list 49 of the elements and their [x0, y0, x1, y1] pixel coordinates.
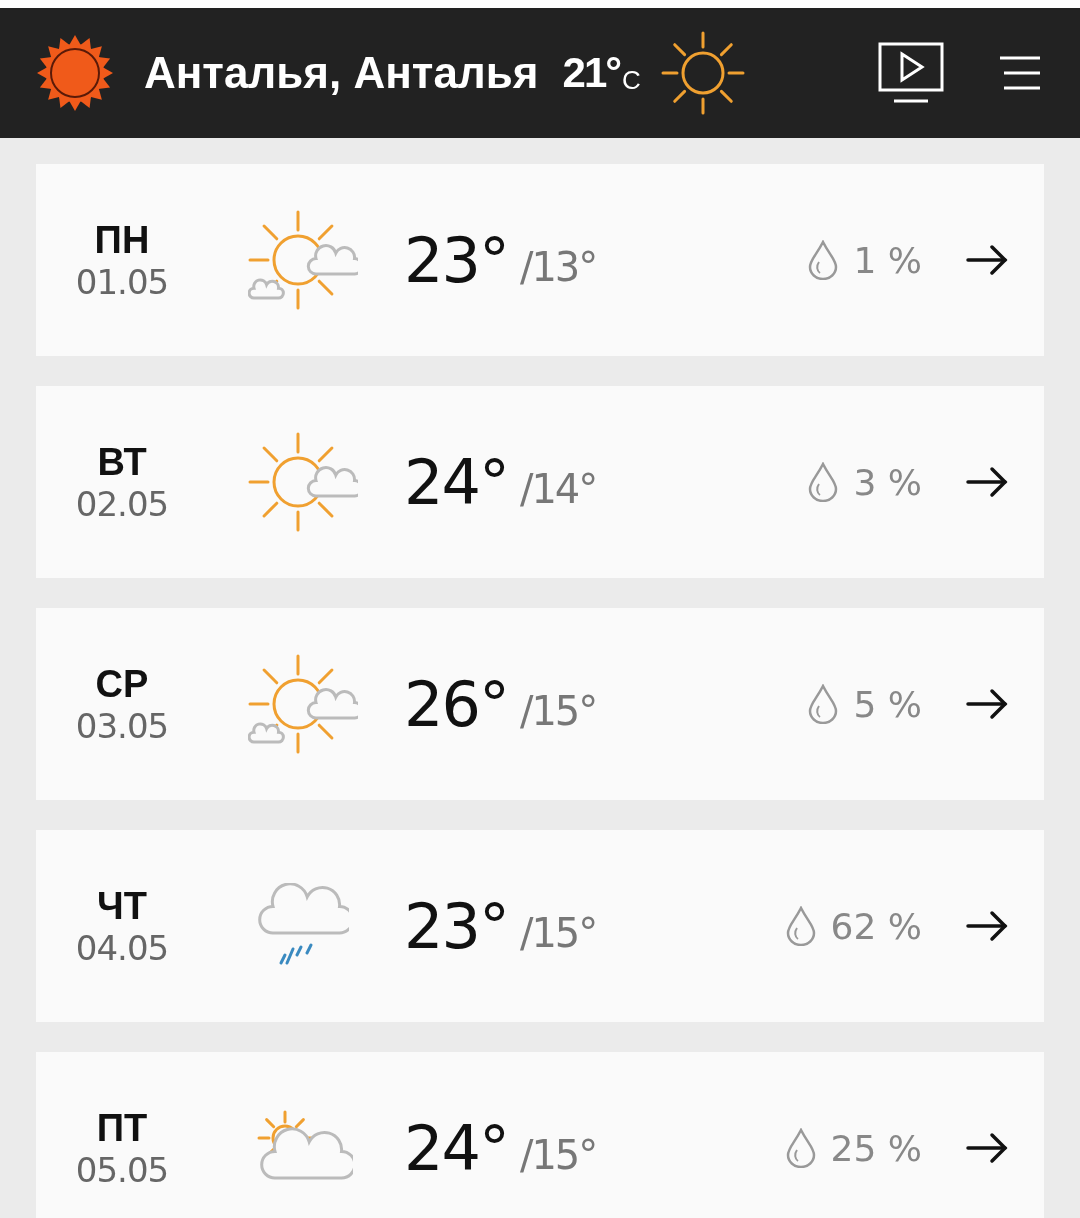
- date: 01.05: [75, 261, 169, 302]
- day-name: ЧТ: [97, 884, 147, 928]
- menu-button[interactable]: [1000, 55, 1040, 91]
- high-temperature: 24°: [404, 445, 508, 519]
- high-temperature: 24°: [404, 1111, 508, 1185]
- sun-cloud-icon: [248, 430, 358, 534]
- day-name: ВТ: [97, 440, 147, 484]
- sun-clouds-icon: [248, 652, 358, 756]
- forecast-card[interactable]: ВТ 02.05 24° /14° 3 %: [36, 386, 1044, 578]
- sun-icon: [660, 31, 745, 115]
- low-temperature: /15°: [519, 910, 597, 956]
- forecast-card[interactable]: ЧТ 04.05 23° /15° 62 %: [36, 830, 1044, 1022]
- details-arrow-button[interactable]: [966, 466, 1008, 498]
- video-button[interactable]: [878, 42, 944, 104]
- date: 04.05: [75, 927, 169, 968]
- high-temperature: 23°: [404, 889, 508, 963]
- day-name: ПТ: [96, 1106, 148, 1150]
- forecast-card[interactable]: ПТ 05.05 24° /15° 25 %: [36, 1052, 1044, 1218]
- precipitation-chance: 62 %: [830, 905, 922, 947]
- forecast-card[interactable]: ПН 01.05 23° /13° 1 %: [36, 164, 1044, 356]
- sun-clouds-icon: [248, 208, 358, 312]
- date: 02.05: [75, 483, 169, 524]
- details-arrow-button[interactable]: [966, 688, 1008, 720]
- drop-icon: [807, 684, 840, 724]
- drop-icon: [807, 462, 840, 502]
- day-name: СР: [95, 662, 149, 706]
- day-name: ПН: [94, 218, 150, 262]
- precipitation-chance: 3 %: [853, 461, 922, 503]
- precipitation-chance: 5 %: [853, 683, 922, 725]
- current-temperature: 21°: [562, 49, 621, 97]
- drop-icon: [807, 240, 840, 280]
- low-temperature: /14°: [519, 466, 597, 512]
- high-temperature: 23°: [404, 223, 508, 297]
- details-arrow-button[interactable]: [966, 910, 1008, 942]
- city-name: Анталья, Анталья: [144, 48, 539, 98]
- precipitation-chance: 1 %: [853, 239, 922, 281]
- date: 05.05: [75, 1149, 169, 1190]
- details-arrow-button[interactable]: [966, 244, 1008, 276]
- low-temperature: /13°: [519, 244, 597, 290]
- temperature-unit: C: [622, 64, 641, 96]
- high-temperature: 26°: [404, 667, 508, 741]
- drop-icon: [784, 906, 817, 946]
- low-temperature: /15°: [519, 1132, 597, 1178]
- date: 03.05: [75, 705, 169, 746]
- precipitation-chance: 25 %: [830, 1127, 922, 1169]
- drop-icon: [784, 1128, 817, 1168]
- forecast-card[interactable]: СР 03.05 26° /15° 5 %: [36, 608, 1044, 800]
- low-temperature: /15°: [519, 688, 597, 734]
- details-arrow-button[interactable]: [966, 1132, 1008, 1164]
